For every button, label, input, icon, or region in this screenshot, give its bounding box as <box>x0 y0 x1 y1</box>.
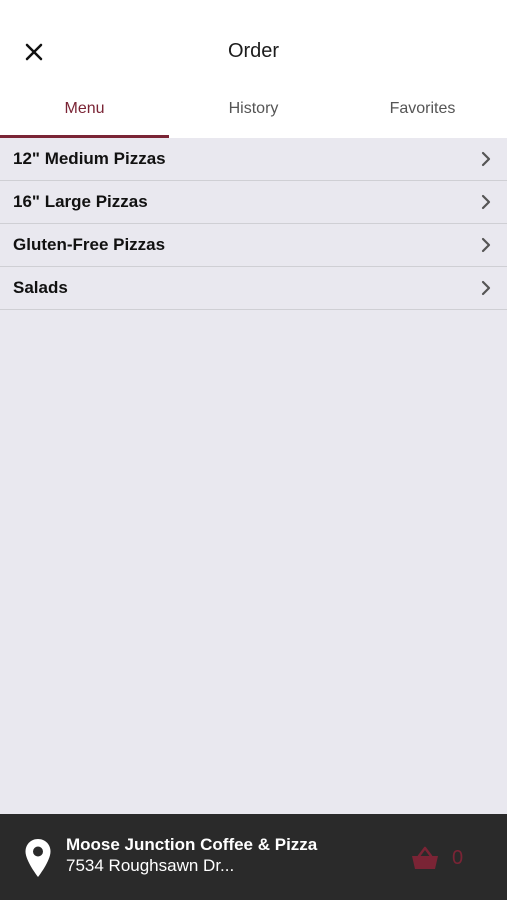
map-pin-icon <box>25 839 51 877</box>
tab-history-label: History <box>228 100 279 117</box>
tab-favorites-label: Favorites <box>389 100 456 117</box>
chevron-right-icon <box>479 150 493 168</box>
tab-history[interactable]: History <box>169 88 338 138</box>
cart-button[interactable]: 0 <box>410 842 474 874</box>
tab-bar: Menu History Favorites <box>0 88 507 138</box>
category-label: Gluten-Free Pizzas <box>13 235 166 254</box>
tab-menu[interactable]: Menu <box>0 88 169 138</box>
header: Order <box>0 0 507 88</box>
store-address: 7534 Roughsawn Dr... <box>66 856 235 875</box>
menu-category-list: 12" Medium Pizzas 16" Large Pizzas Glute… <box>0 138 507 310</box>
category-item-medium-pizzas[interactable]: 12" Medium Pizzas <box>0 138 507 181</box>
category-item-gluten-free-pizzas[interactable]: Gluten-Free Pizzas <box>0 224 507 267</box>
chevron-right-icon <box>479 236 493 254</box>
basket-icon <box>412 846 438 869</box>
chevron-right-icon <box>479 193 493 211</box>
category-label: 12" Medium Pizzas <box>13 149 166 168</box>
category-item-large-pizzas[interactable]: 16" Large Pizzas <box>0 181 507 224</box>
category-label: Salads <box>13 278 68 297</box>
category-label: 16" Large Pizzas <box>13 192 148 211</box>
store-name: Moose Junction Coffee & Pizza <box>66 835 318 854</box>
cart-count: 0 <box>452 846 464 869</box>
tab-menu-label: Menu <box>64 100 105 117</box>
category-item-salads[interactable]: Salads <box>0 267 507 310</box>
tab-favorites[interactable]: Favorites <box>338 88 507 138</box>
page-title: Order <box>227 40 280 62</box>
chevron-right-icon <box>479 279 493 297</box>
